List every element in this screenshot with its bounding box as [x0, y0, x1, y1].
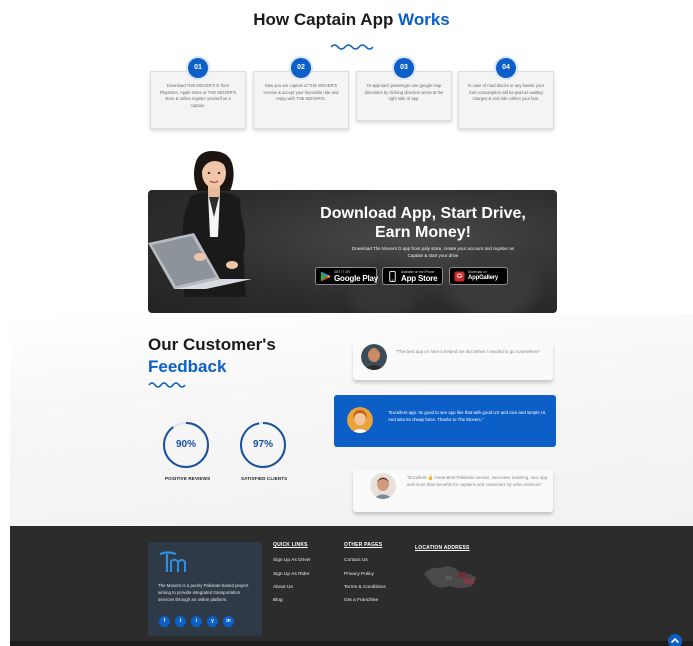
review-card: "Excellent 👍 Great Best Pakistani servic… — [353, 470, 553, 512]
satisfied-clients-label: SATISFIED CLIENTS — [241, 476, 288, 481]
review-text: "Excellent app. Its good to see app like… — [388, 410, 547, 422]
footer-link-franchise[interactable]: Get a Franchise — [344, 598, 378, 603]
avatar — [370, 473, 396, 499]
google-play-label: Google Play — [334, 274, 379, 283]
review-card: "The best app on here it helped me alot … — [353, 342, 553, 380]
footer-link-about-us[interactable]: About Us — [273, 585, 293, 590]
how-it-works-title-accent: Works — [398, 10, 450, 29]
linkedin-icon[interactable]: in — [223, 616, 234, 627]
page: How Captain App Works Download THE MOVER… — [10, 0, 693, 646]
step-number: 04 — [496, 58, 516, 78]
steps-list: Download THE MOVER'S D from PlayStore, A… — [150, 58, 560, 130]
footer-link-sign-up-rider[interactable]: Sign Up As Rider — [273, 572, 310, 577]
instagram-icon[interactable]: i — [191, 616, 202, 627]
avatar — [361, 344, 387, 370]
footer-link-privacy-policy[interactable]: Privacy Policy — [344, 572, 374, 577]
app-gallery-label: AppGallery — [468, 275, 499, 281]
footer-bottom-strip — [10, 641, 693, 646]
app-store-button[interactable]: Available on the iPhone App Store — [382, 267, 443, 285]
how-it-works-title-main: How Captain App — [253, 10, 394, 29]
app-gallery-small: Download on — [468, 270, 487, 274]
twitter-icon[interactable]: t — [175, 616, 186, 627]
app-gallery-button[interactable]: Download on AppGallery — [449, 267, 508, 285]
quick-links-heading: QUICK LINKS — [273, 542, 308, 548]
other-pages-heading: OTHER PAGES — [344, 542, 383, 548]
google-play-icon — [320, 271, 331, 282]
step-number: 03 — [394, 58, 414, 78]
review-text: "Excellent 👍 Great Best Pakistani servic… — [407, 475, 549, 487]
how-it-works-title: How Captain App Works — [10, 10, 693, 30]
feedback-title-accent: Feedback — [148, 357, 227, 376]
huawei-gallery-icon — [454, 271, 465, 282]
banner-subtitle: Download The Movers D app from paly stor… — [351, 246, 515, 258]
step-text: Now you are captain of THE MOVER'S recei… — [253, 71, 349, 129]
step-number: 01 — [188, 58, 208, 78]
positive-reviews-value: 90% — [175, 439, 196, 450]
the-movers-logo — [159, 551, 186, 572]
footer-link-terms[interactable]: Terms & Conditions — [344, 585, 386, 590]
iphone-icon — [389, 271, 396, 282]
positive-reviews-label: POSITIVE REVIEWS — [165, 476, 211, 481]
satisfied-clients-value: 97% — [252, 439, 273, 450]
wave-divider-icon — [330, 44, 374, 50]
youtube-icon[interactable]: y — [207, 616, 218, 627]
scroll-to-top-icon[interactable] — [668, 634, 682, 646]
step-text: To approach passenger use google map dir… — [356, 71, 452, 121]
avatar — [347, 407, 373, 433]
review-text: "The best app on here it helped me alot … — [396, 349, 541, 354]
facebook-icon[interactable]: f — [159, 616, 170, 627]
footer-link-sign-up-driver[interactable]: Sign Up As Driver — [273, 558, 311, 563]
location-address-heading: LOCATION ADDRESS — [415, 545, 470, 551]
step-text: In case of road blocks or any hassle you… — [458, 71, 554, 129]
wave-divider-icon — [148, 382, 186, 388]
location-map[interactable] — [420, 560, 490, 594]
banner-title: Download App, Start Drive, Earn Money! — [320, 205, 526, 241]
woman-with-laptop-image — [148, 151, 252, 297]
feedback-title-main: Our Customer's — [148, 335, 276, 354]
review-card-active: "Excellent app. Its good to see app like… — [334, 395, 556, 447]
footer-about-text: The Movers is a purely Pakistan-based pr… — [158, 583, 249, 602]
footer-link-contact-us[interactable]: Contact Us — [344, 558, 368, 563]
footer-link-blog[interactable]: Blog — [273, 598, 283, 603]
step-number: 02 — [291, 58, 311, 78]
footer-about-card: The Movers is a purely Pakistan-based pr… — [148, 542, 262, 636]
feedback-title: Our Customer's Feedback — [148, 334, 276, 378]
step-text: Download THE MOVER'S D from PlayStore, A… — [150, 71, 246, 129]
google-play-button[interactable]: GET IT ON Google Play — [315, 267, 379, 285]
app-store-label: App Store — [401, 274, 438, 283]
